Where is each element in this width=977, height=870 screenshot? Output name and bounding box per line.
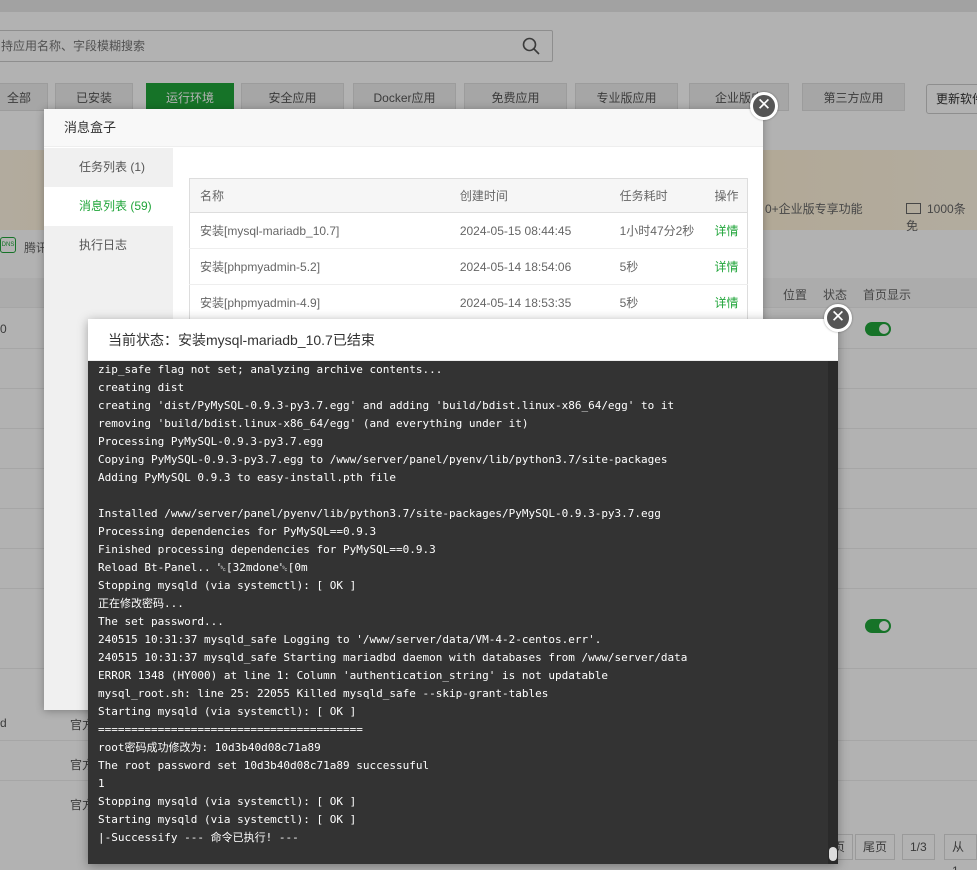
message-table-header: 名称 创建时间 任务耗时 操作	[189, 178, 748, 213]
status-title: 当前状态：安装mysql-mariadb_10.7已结束	[88, 319, 838, 361]
col-action: 操作	[704, 178, 748, 213]
log-line: Stopping mysqld (via systemctl): [ OK ]	[98, 579, 357, 592]
cell-name: 安装[phpmyadmin-5.2]	[189, 248, 450, 285]
log-line: ERROR 1348 (HY000) at line 1: Column 'au…	[98, 669, 608, 682]
log-line: Finished processing dependencies for PyM…	[98, 543, 436, 556]
cell-duration: 1小时47分2秒	[609, 212, 705, 249]
log-scrollbar[interactable]	[828, 361, 838, 864]
log-line: 240515 10:31:37 mysqld_safe Logging to '…	[98, 633, 602, 646]
cell-name: 安装[phpmyadmin-4.9]	[189, 284, 450, 321]
install-log-console: zip_safe flag not set; analyzing archive…	[88, 361, 838, 864]
log-line: Starting mysqld (via systemctl): [ OK ]	[98, 705, 357, 718]
log-line: 正在修改密码...	[98, 597, 184, 610]
cell-time: 2024-05-14 18:54:06	[449, 248, 610, 285]
sidebar-item-message-list[interactable]: 消息列表 (59)	[44, 187, 173, 226]
log-line: Processing PyMySQL-0.9.3-py3.7.egg	[98, 435, 324, 448]
log-line: Starting mysqld (via systemctl): [ OK ]	[98, 813, 357, 826]
detail-link[interactable]: 详情	[704, 284, 748, 321]
sidebar-item-task-list[interactable]: 任务列表 (1)	[44, 148, 173, 187]
log-line: 240515 10:31:37 mysqld_safe Starting mar…	[98, 651, 688, 664]
log-line: root密码成功修改为: 10d3b40d08c71a89	[98, 741, 321, 754]
message-box-close-icon[interactable]: ✕	[750, 92, 778, 120]
cell-time: 2024-05-15 08:44:45	[449, 212, 610, 249]
log-line: zip_safe flag not set; analyzing archive…	[98, 363, 443, 376]
message-box-title: 消息盒子	[44, 109, 763, 147]
cell-duration: 5秒	[609, 248, 705, 285]
log-line: Stopping mysqld (via systemctl): [ OK ]	[98, 795, 357, 808]
cell-name: 安装[mysql-mariadb_10.7]	[189, 212, 450, 249]
log-line: mysql_root.sh: line 25: 22055 Killed mys…	[98, 687, 549, 700]
log-scrollbar-thumb[interactable]	[829, 847, 837, 861]
detail-link[interactable]: 详情	[704, 212, 748, 249]
log-line: Installed /www/server/panel/pyenv/lib/py…	[98, 507, 661, 520]
col-duration: 任务耗时	[609, 178, 705, 213]
sidebar-item-exec-log[interactable]: 执行日志	[44, 226, 173, 265]
log-line: Copying PyMySQL-0.9.3-py3.7.egg to /www/…	[98, 453, 668, 466]
log-line: removing 'build/bdist.linux-x86_64/egg' …	[98, 417, 529, 430]
table-row: 安装[phpmyadmin-4.9] 2024-05-14 18:53:35 5…	[189, 284, 748, 321]
cell-time: 2024-05-14 18:53:35	[449, 284, 610, 321]
table-row: 安装[mysql-mariadb_10.7] 2024-05-15 08:44:…	[189, 212, 748, 249]
log-line: Adding PyMySQL 0.9.3 to easy-install.pth…	[98, 471, 397, 484]
col-created-time: 创建时间	[449, 178, 610, 213]
table-row: 安装[phpmyadmin-5.2] 2024-05-14 18:54:06 5…	[189, 248, 748, 285]
cell-duration: 5秒	[609, 284, 705, 321]
log-line: The set password...	[98, 615, 224, 628]
log-line: ========================================	[98, 723, 363, 736]
col-name: 名称	[189, 178, 450, 213]
log-line: Reload Bt-Panel.. ␛[32mdone␛[0m	[98, 561, 308, 574]
message-table: 名称 创建时间 任务耗时 操作 安装[mysql-mariadb_10.7] 2…	[189, 178, 748, 321]
log-line: |-Successify --- 命令已执行! ---	[98, 831, 299, 844]
log-line: 1	[98, 777, 105, 790]
log-line: Processing dependencies for PyMySQL==0.9…	[98, 525, 377, 538]
log-line: creating dist	[98, 381, 185, 394]
install-status-dialog: 当前状态：安装mysql-mariadb_10.7已结束 zip_safe fl…	[88, 319, 838, 864]
log-line: The root password set 10d3b40d08c71a89 s…	[98, 759, 430, 772]
status-dialog-close-icon[interactable]: ✕	[824, 304, 852, 332]
detail-link[interactable]: 详情	[704, 248, 748, 285]
log-line: creating 'dist/PyMySQL-0.9.3-py3.7.egg' …	[98, 399, 675, 412]
